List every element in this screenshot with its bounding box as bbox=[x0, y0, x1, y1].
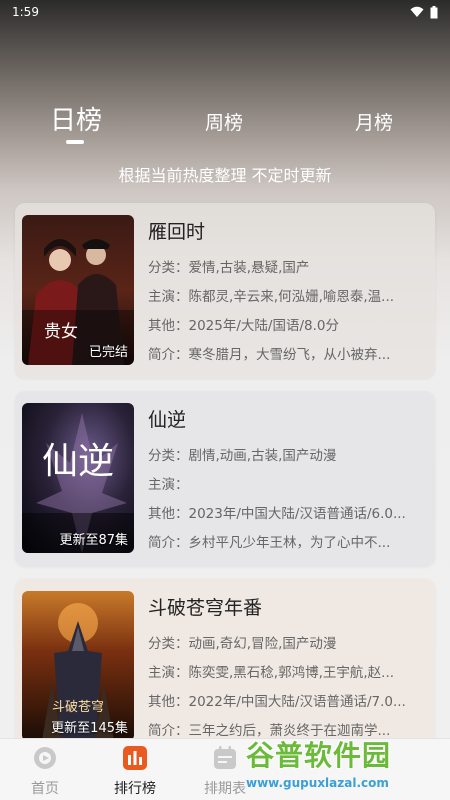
item-info: 斗破苍穹年番 分类： 动画,奇幻,冒险,国产动漫 主演： 陈奕雯,黑石稔,郭鸿博,王… bbox=[148, 593, 423, 750]
item-title: 雁回时 bbox=[148, 221, 206, 243]
nav-home-label: 首页 bbox=[31, 781, 59, 797]
ranking-list: 贵女 已完结 雁回时 分类： 爱情,古装,悬疑,国产 主演： 陈都灵,辛云来,何泓姗… bbox=[15, 203, 435, 767]
cast-row: 主演： 陈都灵,辛云来,何泓姗,喻恩泰,温... bbox=[148, 289, 395, 305]
list-item[interactable]: 斗破苍穹 更新至145集 斗破苍穹年番 分类： 动画,奇幻,冒险,国产动漫 主演：… bbox=[15, 579, 435, 754]
other-row: 其他： 2025年/大陆/国语/8.0分 bbox=[148, 318, 339, 334]
nav-home[interactable]: 首页 bbox=[10, 745, 80, 798]
poster-image[interactable]: 贵女 已完结 bbox=[22, 215, 134, 365]
other-row: 其他： 2022年/中国大陆/汉语普通话/7.0... bbox=[148, 694, 406, 710]
intro-row: 简介： 乡村平凡少年王林，为了心中不... bbox=[148, 535, 391, 551]
calendar-icon bbox=[214, 746, 236, 769]
tab-weekly[interactable]: 周榜 bbox=[205, 108, 243, 135]
ranking-subtitle: 根据当前热度整理 不定时更新 bbox=[118, 166, 332, 185]
status-badge: 已完结 bbox=[88, 345, 128, 360]
intro-row: 简介： 寒冬腊月，大雪纷飞，从小被弃... bbox=[148, 347, 391, 363]
poster-title-text: 仙逆 bbox=[42, 441, 114, 482]
nav-ranking-label: 排行榜 bbox=[114, 781, 156, 797]
ranking-icon bbox=[123, 746, 147, 770]
tab-monthly[interactable]: 月榜 bbox=[355, 108, 393, 135]
status-badge: 更新至145集 bbox=[51, 721, 128, 736]
cast-row: 主演： bbox=[148, 477, 189, 493]
battery-icon bbox=[430, 5, 438, 18]
poster-image[interactable]: 斗破苍穹 更新至145集 bbox=[22, 591, 134, 741]
wifi-icon bbox=[410, 6, 424, 17]
status-time: 1:59 bbox=[12, 5, 39, 19]
watermark-url: www.gupuxlazal.com bbox=[246, 776, 389, 790]
tab-daily[interactable]: 日榜 bbox=[50, 100, 102, 137]
nav-ranking[interactable]: 排行榜 bbox=[100, 745, 170, 798]
category-row: 分类： 剧情,动画,古装,国产动漫 bbox=[148, 448, 337, 464]
watermark-name: 谷普软件园 bbox=[246, 739, 392, 772]
item-info: 仙逆 分类： 剧情,动画,古装,国产动漫 主演： 其他： 2023年/中国大陆/汉语… bbox=[148, 405, 423, 562]
category-row: 分类： 动画,奇幻,冒险,国产动漫 bbox=[148, 636, 337, 652]
cast-row: 主演： 陈奕雯,黑石稔,郭鸿博,王宇航,赵... bbox=[148, 665, 395, 681]
watermark: 谷普软件园 www.gupuxlazal.com bbox=[246, 734, 446, 796]
category-row: 分类： 爱情,古装,悬疑,国产 bbox=[148, 260, 310, 276]
item-title: 斗破苍穹年番 bbox=[148, 597, 263, 619]
ranking-tabs: 日榜 周榜 月榜 bbox=[0, 100, 450, 150]
item-info: 雁回时 分类： 爱情,古装,悬疑,国产 主演： 陈都灵,辛云来,何泓姗,喻恩泰,温.… bbox=[148, 217, 423, 374]
home-icon bbox=[34, 747, 56, 769]
poster-title-text: 斗破苍穹 bbox=[52, 699, 104, 715]
list-item[interactable]: 仙逆 更新至87集 仙逆 分类： 剧情,动画,古装,国产动漫 主演： 其他： 202… bbox=[15, 391, 435, 566]
status-badge: 更新至87集 bbox=[59, 533, 128, 548]
poster-title-text: 贵女 bbox=[44, 322, 78, 342]
item-title: 仙逆 bbox=[148, 409, 187, 431]
list-item[interactable]: 贵女 已完结 雁回时 分类： 爱情,古装,悬疑,国产 主演： 陈都灵,辛云来,何泓姗… bbox=[15, 203, 435, 378]
status-bar: 1:59 bbox=[0, 0, 450, 24]
tab-indicator bbox=[66, 140, 84, 144]
poster-image[interactable]: 仙逆 更新至87集 bbox=[22, 403, 134, 553]
other-row: 其他： 2023年/中国大陆/汉语普通话/6.0... bbox=[148, 506, 406, 522]
